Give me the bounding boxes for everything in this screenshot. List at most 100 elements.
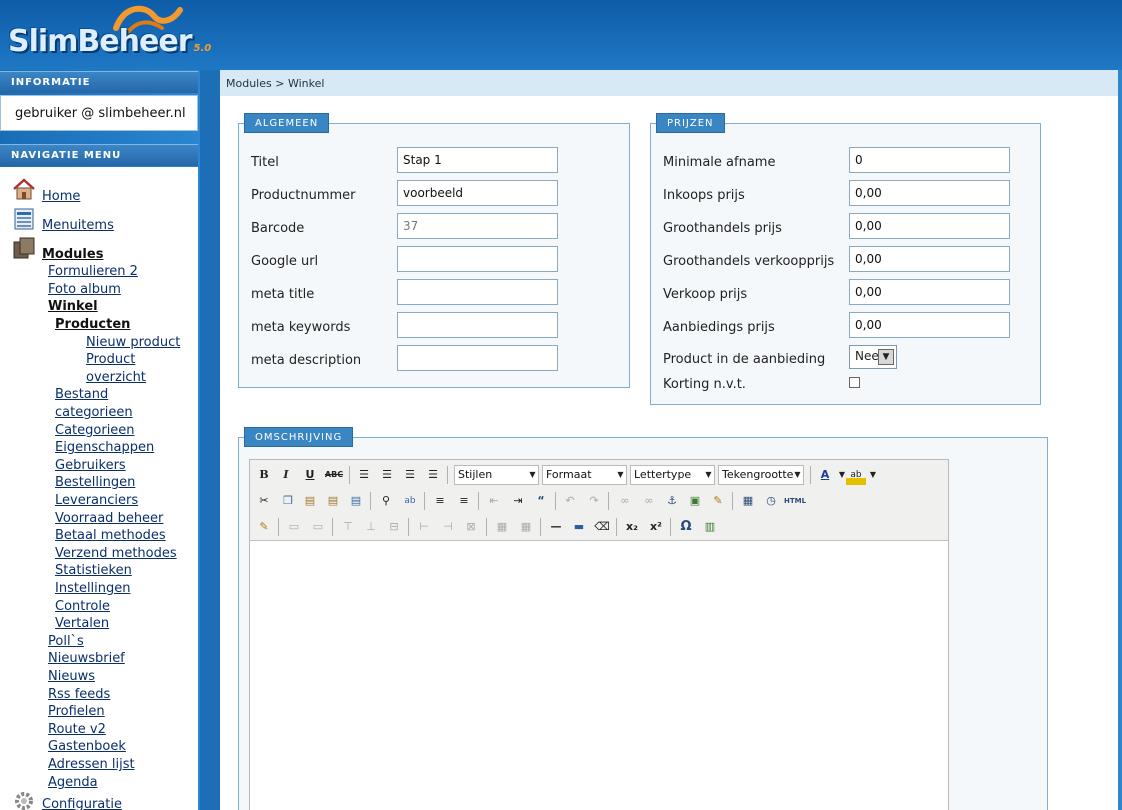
delete-col-icon[interactable]: ⊠: [461, 517, 481, 537]
split-cells-icon[interactable]: ▦: [492, 517, 512, 537]
nav-statistieken[interactable]: Statistieken: [55, 563, 132, 578]
nav-voorraad-beheer[interactable]: Voorraad beheer: [55, 511, 163, 526]
nav-categorieen[interactable]: Categorieen: [55, 423, 135, 438]
col-before-icon[interactable]: ⊢: [414, 517, 434, 537]
nav-vertalen[interactable]: Vertalen: [55, 616, 109, 631]
chevron-down-icon[interactable]: ▼: [863, 465, 883, 485]
table-row-props-icon[interactable]: ▭: [284, 517, 304, 537]
image-icon[interactable]: ▣: [685, 491, 705, 511]
nav-route-v2[interactable]: Route v2: [48, 722, 106, 737]
row-after-icon[interactable]: ⊥: [361, 517, 381, 537]
italic-button[interactable]: I: [276, 465, 296, 485]
redo-icon[interactable]: ↷: [584, 491, 604, 511]
numbered-list-icon[interactable]: ≡: [454, 491, 474, 511]
meta-title-input[interactable]: [397, 279, 558, 305]
media-icon[interactable]: ▥: [700, 517, 720, 537]
col-after-icon[interactable]: ⊣: [438, 517, 458, 537]
bullet-list-icon[interactable]: ≡: [430, 491, 450, 511]
row-before-icon[interactable]: ⊤: [338, 517, 358, 537]
special-char-button[interactable]: Ω: [676, 517, 696, 537]
align-center-icon[interactable]: ☰: [377, 465, 397, 485]
nav-formulieren[interactable]: Formulieren 2: [48, 264, 138, 279]
remove-format-icon[interactable]: ▬: [569, 517, 589, 537]
nav-product-overzicht-2[interactable]: overzicht: [86, 370, 146, 385]
align-justify-icon[interactable]: ☰: [423, 465, 443, 485]
groothandels-verkoopprijs-input[interactable]: [849, 246, 1010, 272]
nav-eigenschappen[interactable]: Eigenschappen: [55, 440, 154, 455]
nav-verzend-methodes[interactable]: Verzend methodes: [55, 546, 177, 561]
nav-gebruikers[interactable]: Gebruikers: [55, 458, 126, 473]
delete-row-icon[interactable]: ⊟: [384, 517, 404, 537]
nav-product-overzicht[interactable]: Product: [86, 352, 135, 367]
underline-button[interactable]: U: [300, 465, 320, 485]
edit-css-icon[interactable]: ✎: [254, 517, 274, 537]
nav-bestand-categorieen[interactable]: categorieen: [55, 405, 133, 420]
unlink-icon[interactable]: ∞: [639, 491, 659, 511]
anchor-icon[interactable]: ⚓: [662, 491, 682, 511]
nav-rss-feeds[interactable]: Rss feeds: [48, 687, 110, 702]
strikethrough-button[interactable]: ABC: [324, 465, 344, 485]
insert-date-icon[interactable]: ▦: [738, 491, 758, 511]
table-cell-props-icon[interactable]: ▭: [308, 517, 328, 537]
paste-icon[interactable]: ▤: [300, 491, 320, 511]
styles-select[interactable]: Stijlen ▼: [454, 465, 539, 485]
meta-description-input[interactable]: [397, 345, 558, 371]
bold-button[interactable]: B: [254, 465, 274, 485]
logo[interactable]: SlimBeheer 5.0: [8, 24, 211, 59]
undo-icon[interactable]: ↶: [560, 491, 580, 511]
cut-icon[interactable]: ✂: [254, 491, 274, 511]
align-right-icon[interactable]: ☰: [400, 465, 420, 485]
font-select[interactable]: Lettertype ▼: [630, 465, 715, 485]
horizontal-rule-icon[interactable]: —: [546, 517, 566, 537]
meta-keywords-input[interactable]: [397, 312, 558, 338]
aanbiedings-prijs-input[interactable]: [849, 312, 1010, 338]
indent-icon[interactable]: ⇥: [508, 491, 528, 511]
productnummer-input[interactable]: [397, 180, 558, 206]
nav-bestellingen[interactable]: Bestellingen: [55, 475, 135, 490]
inkoops-prijs-input[interactable]: [849, 180, 1010, 206]
paste-text-icon[interactable]: ▤: [323, 491, 343, 511]
google-url-input[interactable]: [397, 246, 558, 272]
replace-icon[interactable]: ab: [400, 491, 420, 511]
merge-cells-icon[interactable]: ▦: [516, 517, 536, 537]
fontsize-select[interactable]: Tekengrootte ▼: [718, 465, 804, 485]
html-source-button[interactable]: HTML: [784, 491, 806, 511]
nav-configuratie[interactable]: Configuratie: [42, 797, 122, 810]
barcode-input[interactable]: [397, 213, 558, 239]
nav-polls[interactable]: Poll`s: [48, 634, 84, 649]
cleanup-icon[interactable]: ✎: [708, 491, 728, 511]
nav-adressen-lijst[interactable]: Adressen lijst: [48, 757, 135, 772]
groothandels-prijs-input[interactable]: [849, 213, 1010, 239]
titel-input[interactable]: [397, 147, 558, 173]
nav-home[interactable]: Home: [42, 189, 80, 204]
nav-winkel[interactable]: Winkel: [48, 299, 98, 314]
nav-betaal-methodes[interactable]: Betaal methodes: [55, 528, 166, 543]
nav-nieuws[interactable]: Nieuws: [48, 669, 95, 684]
editor-content-area[interactable]: [250, 540, 948, 810]
nav-menuitems[interactable]: Menuitems: [42, 218, 114, 233]
nav-bestand[interactable]: Bestand: [55, 387, 108, 402]
outdent-icon[interactable]: ⇤: [484, 491, 504, 511]
nav-controle[interactable]: Controle: [55, 599, 110, 614]
nav-nieuw-product[interactable]: Nieuw product: [86, 335, 180, 350]
aanbieding-select[interactable]: Nee ▼: [849, 345, 897, 369]
superscript-icon[interactable]: x²: [646, 517, 666, 537]
insert-time-icon[interactable]: ◷: [761, 491, 781, 511]
nav-foto-album[interactable]: Foto album: [48, 282, 121, 297]
eraser-icon[interactable]: ⌫: [592, 517, 612, 537]
nav-instellingen[interactable]: Instellingen: [55, 581, 131, 596]
nav-producten[interactable]: Producten: [55, 317, 130, 332]
find-icon[interactable]: ⚲: [376, 491, 396, 511]
blockquote-icon[interactable]: “: [531, 491, 551, 511]
minimale-afname-input[interactable]: [849, 147, 1010, 173]
nav-nieuwsbrief[interactable]: Nieuwsbrief: [48, 651, 125, 666]
nav-profielen[interactable]: Profielen: [48, 704, 105, 719]
format-select[interactable]: Formaat ▼: [542, 465, 627, 485]
align-left-icon[interactable]: ☰: [354, 465, 374, 485]
nav-modules[interactable]: Modules: [42, 247, 103, 262]
link-icon[interactable]: ∞: [615, 491, 635, 511]
copy-icon[interactable]: ❐: [278, 491, 298, 511]
korting-checkbox[interactable]: [849, 377, 860, 388]
nav-gastenboek[interactable]: Gastenboek: [48, 739, 126, 754]
paste-word-icon[interactable]: ▤: [346, 491, 366, 511]
